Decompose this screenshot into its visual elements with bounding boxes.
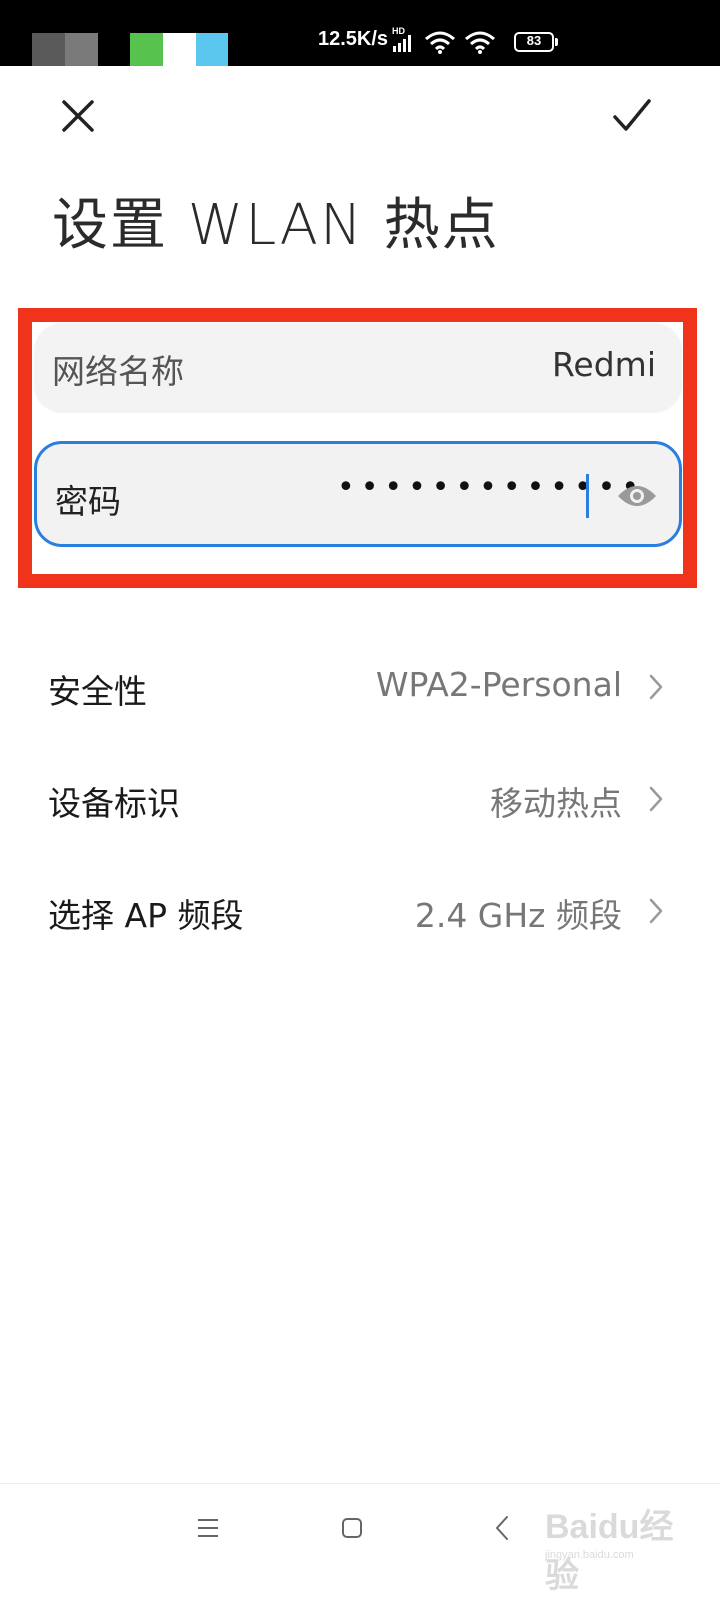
ap-band-value: 2.4 GHz 频段 bbox=[414, 896, 622, 935]
chevron-right-icon bbox=[644, 671, 668, 703]
battery-level: 83 bbox=[526, 33, 542, 48]
ap-band-row[interactable]: 选择 AP 频段 2.4 GHz 频段 bbox=[0, 859, 720, 959]
wifi-icon bbox=[425, 31, 455, 54]
highlight-box bbox=[18, 308, 697, 588]
security-row[interactable]: 安全性 WPA2-Personal bbox=[0, 635, 720, 735]
device-id-value: 移动热点 bbox=[490, 784, 622, 823]
page-title: 设置 WLAN 热点 bbox=[52, 193, 500, 258]
device-id-label: 设备标识 bbox=[48, 784, 180, 823]
hotspot-wifi-icon bbox=[465, 31, 495, 54]
menu-button[interactable] bbox=[186, 1506, 230, 1550]
security-label: 安全性 bbox=[48, 672, 147, 711]
baidu-watermark: Baidu经验 jingyan.baidu.com bbox=[545, 1495, 695, 1595]
battery-icon: 83 bbox=[514, 32, 558, 52]
chevron-right-icon bbox=[644, 783, 668, 815]
confirm-button[interactable] bbox=[604, 88, 660, 144]
check-icon bbox=[613, 99, 651, 131]
close-button[interactable] bbox=[50, 88, 106, 144]
home-button[interactable] bbox=[330, 1506, 374, 1550]
watermark-url: jingyan.baidu.com bbox=[545, 1549, 634, 1561]
security-value: WPA2-Personal bbox=[375, 665, 622, 704]
notification-icons bbox=[32, 33, 228, 66]
network-speed: 12.5K/s bbox=[318, 28, 389, 50]
watermark-text: Baidu经验 bbox=[545, 1508, 674, 1595]
chevron-right-icon bbox=[644, 895, 668, 927]
nav-divider bbox=[0, 1483, 720, 1484]
ap-band-label: 选择 AP 频段 bbox=[48, 896, 244, 935]
device-id-row[interactable]: 设备标识 移动热点 bbox=[0, 747, 720, 847]
menu-icon bbox=[198, 1519, 218, 1537]
back-icon bbox=[496, 1516, 508, 1540]
home-icon bbox=[342, 1518, 362, 1538]
close-icon bbox=[62, 100, 94, 132]
back-button[interactable] bbox=[480, 1506, 524, 1550]
status-bar: 12.5K/s HD 83 bbox=[0, 0, 720, 66]
signal-icon bbox=[393, 35, 411, 52]
